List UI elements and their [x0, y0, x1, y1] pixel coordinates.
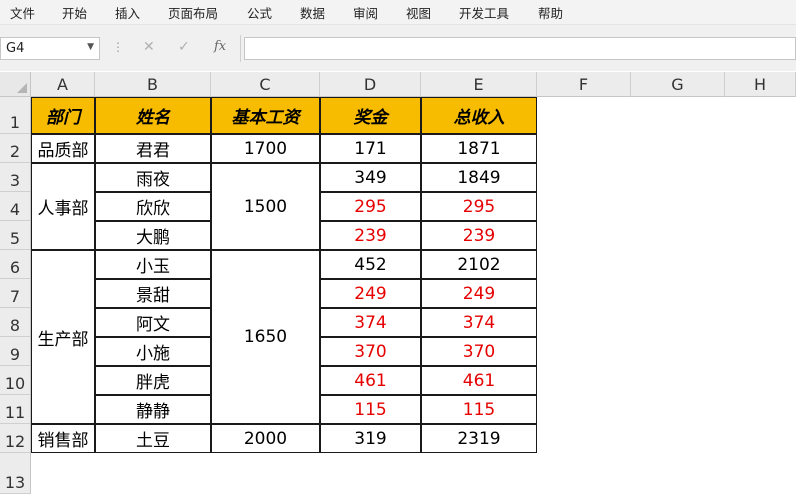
- name-cell[interactable]: 雨夜: [95, 163, 211, 192]
- formula-bar: G4 ▼ ⋮ ✕ ✓ fx: [0, 25, 796, 71]
- menu-bar: 文件 开始 插入 页面布局 公式 数据 审阅 视图 开发工具 帮助: [0, 0, 796, 25]
- total-cell[interactable]: 239: [421, 221, 537, 250]
- department-cell[interactable]: 销售部: [31, 424, 95, 453]
- name-cell[interactable]: 大鹏: [95, 221, 211, 250]
- total-cell[interactable]: 374: [421, 308, 537, 337]
- table-header-name[interactable]: 姓名: [95, 97, 211, 134]
- select-all-icon: [17, 83, 27, 93]
- menu-page-layout[interactable]: 页面布局: [168, 3, 218, 22]
- menu-file[interactable]: 文件: [10, 3, 35, 22]
- row-header-3[interactable]: 3: [0, 163, 31, 192]
- bonus-cell[interactable]: 115: [320, 395, 421, 424]
- department-cell[interactable]: 人事部: [31, 163, 95, 250]
- department-cell[interactable]: 品质部: [31, 134, 95, 163]
- bonus-cell[interactable]: 461: [320, 366, 421, 395]
- total-cell[interactable]: 1871: [421, 134, 537, 163]
- row-header-9[interactable]: 9: [0, 337, 31, 366]
- name-cell[interactable]: 静静: [95, 395, 211, 424]
- table-header-department[interactable]: 部门: [31, 97, 95, 134]
- row-header-2[interactable]: 2: [0, 134, 31, 163]
- row-header-1[interactable]: 1: [0, 97, 31, 134]
- select-all-button[interactable]: [0, 72, 31, 97]
- table-header-base-salary[interactable]: 基本工资: [211, 97, 320, 134]
- name-cell[interactable]: 欣欣: [95, 192, 211, 221]
- total-cell[interactable]: 249: [421, 279, 537, 308]
- column-header-d[interactable]: D: [320, 72, 421, 97]
- worksheet-grid: A B C D E F G H 1 2 3 4 5 6 7 8 9 10 11 …: [0, 72, 796, 494]
- column-header-g[interactable]: G: [631, 72, 725, 97]
- row-header-11[interactable]: 11: [0, 395, 31, 424]
- name-cell[interactable]: 小施: [95, 337, 211, 366]
- cancel-icon[interactable]: ✕: [143, 39, 155, 55]
- name-cell[interactable]: 阿文: [95, 308, 211, 337]
- table-header-total[interactable]: 总收入: [421, 97, 537, 134]
- column-header-b[interactable]: B: [95, 72, 211, 97]
- menu-data[interactable]: 数据: [300, 3, 325, 22]
- bonus-cell[interactable]: 452: [320, 250, 421, 279]
- bonus-cell[interactable]: 171: [320, 134, 421, 163]
- name-cell[interactable]: 景甜: [95, 279, 211, 308]
- formula-input[interactable]: [244, 37, 796, 60]
- bonus-cell[interactable]: 249: [320, 279, 421, 308]
- menu-formulas[interactable]: 公式: [247, 3, 272, 22]
- menu-help[interactable]: 帮助: [538, 3, 563, 22]
- row-header-10[interactable]: 10: [0, 366, 31, 395]
- total-cell[interactable]: 461: [421, 366, 537, 395]
- row-header-6[interactable]: 6: [0, 250, 31, 279]
- menu-view[interactable]: 视图: [406, 3, 431, 22]
- total-cell[interactable]: 370: [421, 337, 537, 366]
- total-cell[interactable]: 295: [421, 192, 537, 221]
- row-header-13[interactable]: 13: [0, 453, 31, 494]
- base-salary-cell[interactable]: 1650: [211, 250, 320, 424]
- bonus-cell[interactable]: 349: [320, 163, 421, 192]
- column-header-f[interactable]: F: [537, 72, 631, 97]
- column-header-c[interactable]: C: [211, 72, 320, 97]
- row-header-8[interactable]: 8: [0, 308, 31, 337]
- total-cell[interactable]: 2102: [421, 250, 537, 279]
- row-header-12[interactable]: 12: [0, 424, 31, 453]
- column-header-h[interactable]: H: [725, 72, 796, 97]
- name-box-value: G4: [6, 41, 25, 56]
- department-cell[interactable]: 生产部: [31, 250, 95, 424]
- name-cell[interactable]: 君君: [95, 134, 211, 163]
- enter-icon[interactable]: ✓: [178, 39, 190, 55]
- total-cell[interactable]: 1849: [421, 163, 537, 192]
- menu-insert[interactable]: 插入: [115, 3, 140, 22]
- name-cell[interactable]: 小玉: [95, 250, 211, 279]
- bonus-cell[interactable]: 319: [320, 424, 421, 453]
- name-cell[interactable]: 土豆: [95, 424, 211, 453]
- formula-bar-divider: [240, 35, 241, 62]
- row-header-5[interactable]: 5: [0, 221, 31, 250]
- row-header-4[interactable]: 4: [0, 192, 31, 221]
- bonus-cell[interactable]: 239: [320, 221, 421, 250]
- chevron-down-icon[interactable]: ▼: [87, 42, 94, 52]
- row-header-7[interactable]: 7: [0, 279, 31, 308]
- total-cell[interactable]: 115: [421, 395, 537, 424]
- total-cell[interactable]: 2319: [421, 424, 537, 453]
- table-header-bonus[interactable]: 奖金: [320, 97, 421, 134]
- column-header-a[interactable]: A: [31, 72, 95, 97]
- base-salary-cell[interactable]: 2000: [211, 424, 320, 453]
- bonus-cell[interactable]: 374: [320, 308, 421, 337]
- menu-home[interactable]: 开始: [62, 3, 87, 22]
- name-box[interactable]: G4 ▼: [0, 37, 100, 60]
- column-header-e[interactable]: E: [421, 72, 537, 97]
- bonus-cell[interactable]: 295: [320, 192, 421, 221]
- drag-handle-icon[interactable]: ⋮: [112, 40, 124, 54]
- base-salary-cell[interactable]: 1700: [211, 134, 320, 163]
- insert-function-icon[interactable]: fx: [214, 39, 226, 54]
- bonus-cell[interactable]: 370: [320, 337, 421, 366]
- base-salary-cell[interactable]: 1500: [211, 163, 320, 250]
- name-cell[interactable]: 胖虎: [95, 366, 211, 395]
- menu-review[interactable]: 审阅: [353, 3, 378, 22]
- menu-developer[interactable]: 开发工具: [459, 3, 509, 22]
